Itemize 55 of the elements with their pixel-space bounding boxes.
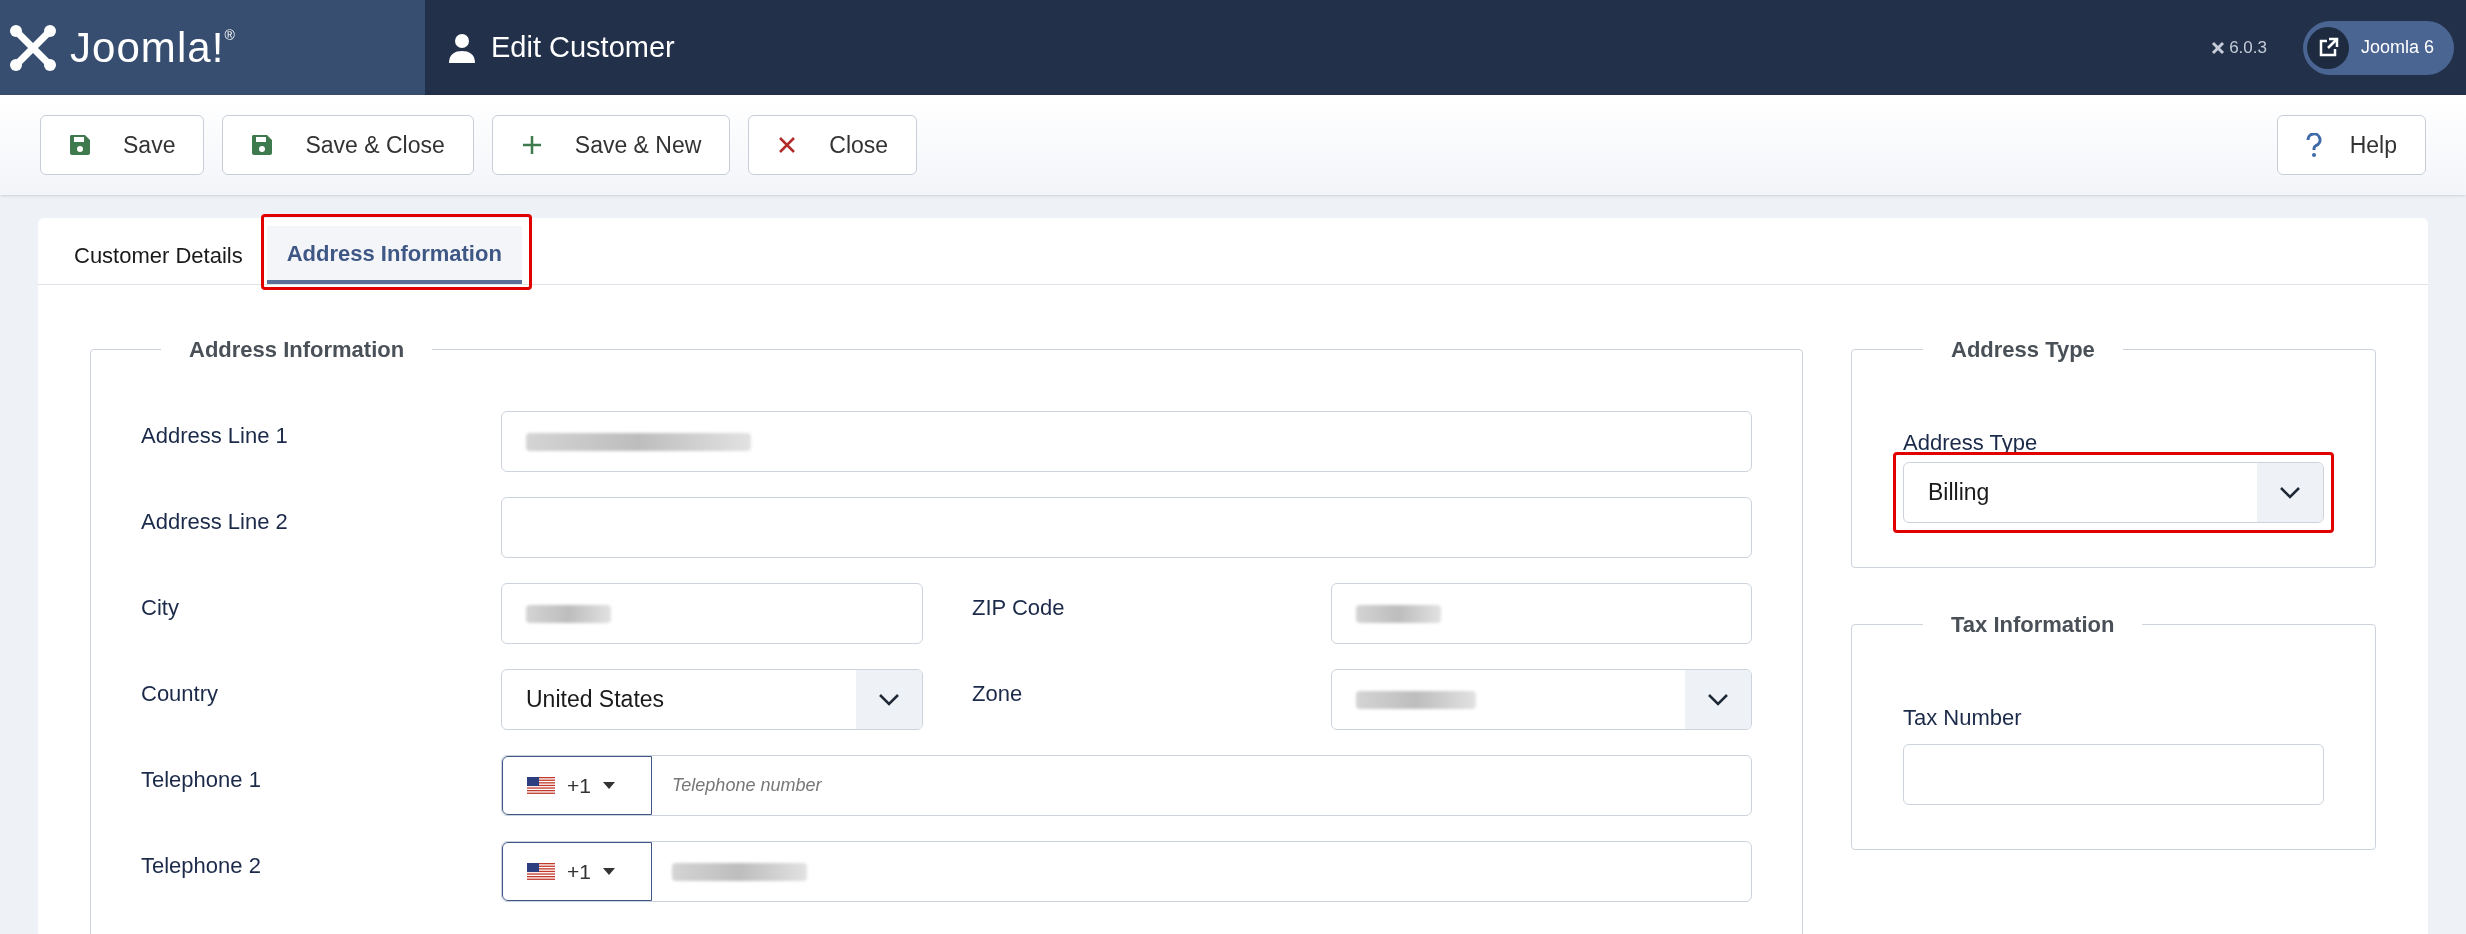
dial-code: +1 bbox=[567, 772, 591, 799]
flag-icon bbox=[527, 862, 555, 881]
text-input[interactable] bbox=[1331, 583, 1752, 644]
text-input[interactable] bbox=[1903, 744, 2324, 805]
toolbar-button[interactable]: Save & New bbox=[491, 115, 731, 175]
toolbar-button[interactable]: Close bbox=[748, 115, 918, 175]
joomla-logo-icon bbox=[8, 22, 58, 73]
chevron-down-icon bbox=[1707, 692, 1729, 707]
toolbar-button[interactable]: Save & Close bbox=[222, 115, 474, 175]
site-link[interactable]: Joomla 6 bbox=[2302, 20, 2454, 75]
chevron-down-icon bbox=[2279, 485, 2301, 500]
help-icon bbox=[2305, 133, 2322, 157]
plus-icon bbox=[520, 134, 543, 156]
logo-panel[interactable]: Joomla!$^{®}$ bbox=[0, 0, 425, 95]
help-button[interactable]: Help bbox=[2276, 115, 2426, 175]
select-field[interactable] bbox=[1331, 669, 1752, 730]
user-icon bbox=[449, 32, 475, 63]
logo-text: Joomla!$^{®}$ bbox=[70, 23, 236, 73]
field-label: Address Line 1 bbox=[141, 422, 289, 450]
select-field[interactable]: Billing bbox=[1903, 462, 2324, 523]
select-field[interactable]: United States bbox=[501, 669, 923, 730]
chevron-down-icon bbox=[878, 692, 900, 707]
caret-icon bbox=[602, 867, 615, 876]
text-input[interactable] bbox=[501, 411, 1752, 472]
text-input[interactable] bbox=[501, 583, 923, 644]
select-value: United States bbox=[526, 685, 665, 715]
country-code-dropdown[interactable]: +1 bbox=[502, 842, 652, 901]
country-code-dropdown[interactable]: +1 bbox=[502, 756, 652, 815]
field-label: Telephone 2 bbox=[141, 852, 262, 880]
joomla-mark-icon bbox=[2211, 40, 2226, 55]
tab[interactable]: Customer Details bbox=[54, 226, 263, 284]
external-link-icon bbox=[2306, 26, 2349, 69]
field-label: Address Line 2 bbox=[141, 508, 289, 536]
field-label: ZIP Code bbox=[972, 594, 1066, 622]
fieldset-legend: Address Type bbox=[1923, 333, 2123, 366]
fieldset-legend: Tax Information bbox=[1923, 608, 2143, 641]
field-label: Zone bbox=[972, 680, 1024, 708]
flag-icon bbox=[527, 776, 555, 795]
toolbar-button[interactable]: Save bbox=[40, 115, 205, 175]
close-icon bbox=[777, 135, 798, 155]
phone-placeholder: Telephone number bbox=[672, 774, 822, 797]
tab[interactable]: Address Information bbox=[266, 226, 522, 284]
field-label: Telephone 1 bbox=[141, 766, 262, 794]
field-label: Tax Number bbox=[1903, 704, 2023, 732]
dial-code: +1 bbox=[567, 858, 591, 885]
fieldset-legend: Address Information bbox=[161, 333, 433, 366]
caret-icon bbox=[602, 781, 615, 790]
text-input[interactable] bbox=[501, 497, 1752, 558]
field-label: Country bbox=[141, 680, 220, 708]
page-title: Edit Customer bbox=[491, 29, 675, 65]
phone-field[interactable]: +1 bbox=[501, 841, 1752, 902]
field-label: City bbox=[141, 594, 180, 622]
select-value: Billing bbox=[1928, 478, 1990, 508]
version-text: 6.0.3 bbox=[2229, 36, 2267, 59]
phone-field[interactable]: +1 Telephone number bbox=[501, 755, 1752, 816]
